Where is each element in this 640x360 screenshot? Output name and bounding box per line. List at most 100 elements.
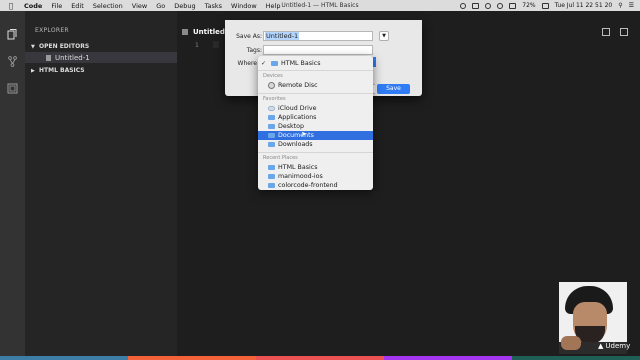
battery-percent[interactable]: 72% [522, 2, 535, 9]
item-label: Desktop [278, 123, 304, 130]
folder-icon [268, 133, 275, 138]
checkmark-icon: ✓ [261, 60, 267, 67]
chevron-right-icon: ▶ [31, 67, 35, 74]
color-segment [256, 356, 384, 360]
save-as-input[interactable]: Untitled-1 [263, 31, 373, 41]
color-segment [128, 356, 256, 360]
folder-icon [268, 183, 275, 188]
save-button[interactable]: Save [377, 84, 410, 94]
where-item-remote-disc[interactable]: Remote Disc [258, 81, 373, 90]
explorer-icon[interactable] [7, 29, 18, 40]
expand-dialog-button[interactable]: ▼ [379, 31, 389, 41]
menu-edit[interactable]: Edit [71, 2, 84, 10]
clock[interactable]: Tue Jul 11 22 51 20 [555, 2, 613, 9]
more-actions-icon[interactable] [620, 28, 628, 36]
item-label: HTML Basics [278, 164, 318, 171]
chevron-down-icon: ▼ [31, 43, 35, 50]
devices-header: Devices [263, 73, 283, 79]
item-label: manimood-ios [278, 173, 323, 180]
folder-section[interactable]: ▶ HTML BASICS [31, 67, 85, 74]
disc-icon [268, 82, 275, 89]
menu-debug[interactable]: Debug [174, 2, 195, 10]
extensions-icon[interactable] [7, 83, 18, 94]
apple-icon[interactable]:  [6, 2, 16, 10]
time-machine-icon[interactable] [485, 2, 492, 9]
activity-bar [0, 11, 25, 356]
menu-selection[interactable]: Selection [93, 2, 123, 10]
sync-icon[interactable] [460, 2, 467, 9]
udemy-logo: ▲ Udemy [598, 342, 630, 350]
folder-icon [268, 115, 275, 120]
menu-view[interactable]: View [132, 2, 147, 10]
text-cursor [213, 41, 219, 48]
menu-file[interactable]: File [51, 2, 62, 10]
where-item-icloud[interactable]: iCloud Drive [258, 104, 373, 113]
recent-header: Recent Places [263, 155, 298, 161]
menu-help[interactable]: Help [266, 2, 281, 10]
explorer-sidebar: EXPLORER ▼ OPEN EDITORS Untitled-1 ▶ HTM… [25, 11, 177, 356]
favorites-header: Favorites [263, 96, 286, 102]
open-editors-section[interactable]: ▼ OPEN EDITORS [31, 43, 89, 50]
save-as-label: Save As: [236, 33, 262, 40]
where-item-documents[interactable]: Documents [258, 131, 373, 140]
brand-color-bar [0, 356, 640, 360]
color-segment [0, 356, 128, 360]
folder-icon [271, 61, 278, 66]
mouse-pointer-icon: ➤ [301, 130, 307, 138]
split-editor-icon[interactable] [602, 28, 610, 36]
folder-label: HTML BASICS [39, 67, 85, 74]
udemy-brand: Udemy [605, 342, 631, 350]
where-label: Where [237, 60, 257, 67]
item-label: Downloads [278, 141, 313, 148]
line-number: 1 [195, 42, 199, 49]
search-icon[interactable]: ⚲ [618, 2, 622, 9]
tags-label: Tags: [246, 47, 262, 54]
volume-icon[interactable] [509, 2, 517, 9]
folder-icon [268, 124, 275, 129]
menu-tasks[interactable]: Tasks [205, 2, 222, 10]
folder-icon [268, 165, 275, 170]
item-label: colorcode-frontend [278, 182, 338, 189]
explorer-header: EXPLORER [35, 27, 69, 34]
status-tray: 72% Tue Jul 11 22 51 20 ⚲ ☰ [460, 0, 634, 11]
source-control-icon[interactable] [7, 56, 18, 67]
webcam-hand [561, 336, 581, 350]
where-item-recent-html-basics[interactable]: HTML Basics [258, 163, 373, 172]
editor-actions [602, 28, 628, 36]
where-dropdown: ✓ HTML Basics Devices Remote Disc Favori… [258, 56, 373, 190]
item-label: iCloud Drive [278, 105, 317, 112]
folder-icon [268, 174, 275, 179]
cloud-icon [268, 106, 275, 111]
file-icon [46, 54, 51, 61]
item-label: Documents [278, 132, 314, 139]
where-item-recent-manimood[interactable]: manimood-ios [258, 172, 373, 181]
screen-icon[interactable] [472, 2, 480, 9]
where-selected-item[interactable]: ✓ HTML Basics [258, 59, 373, 68]
menu-app-name[interactable]: Code [24, 2, 42, 10]
udemy-logo-icon: ▲ [598, 342, 604, 350]
list-icon[interactable]: ☰ [629, 2, 634, 9]
menu-window[interactable]: Window [231, 2, 257, 10]
color-segment [512, 356, 640, 360]
menu-go[interactable]: Go [156, 2, 165, 10]
file-icon [182, 29, 188, 35]
menubar:  Code File Edit Selection View Go Debug… [0, 0, 640, 11]
where-selected-label: HTML Basics [281, 60, 321, 67]
save-as-value: Untitled-1 [265, 32, 300, 40]
divider [258, 152, 373, 153]
open-file-label: Untitled-1 [55, 53, 90, 62]
where-item-recent-colorcode[interactable]: colorcode-frontend [258, 181, 373, 190]
where-item-downloads[interactable]: Downloads [258, 140, 373, 149]
color-segment [384, 356, 512, 360]
where-popup-button[interactable] [373, 57, 376, 67]
divider [258, 93, 373, 94]
where-item-applications[interactable]: Applications [258, 113, 373, 122]
screen:  Code File Edit Selection View Go Debug… [0, 0, 640, 360]
wifi-icon[interactable] [497, 2, 504, 9]
where-item-desktop[interactable]: Desktop [258, 122, 373, 131]
item-label: Remote Disc [278, 82, 318, 89]
open-file-item[interactable]: Untitled-1 [25, 52, 177, 63]
battery-icon[interactable] [541, 2, 549, 9]
divider [258, 70, 373, 71]
tags-input[interactable] [263, 45, 373, 55]
